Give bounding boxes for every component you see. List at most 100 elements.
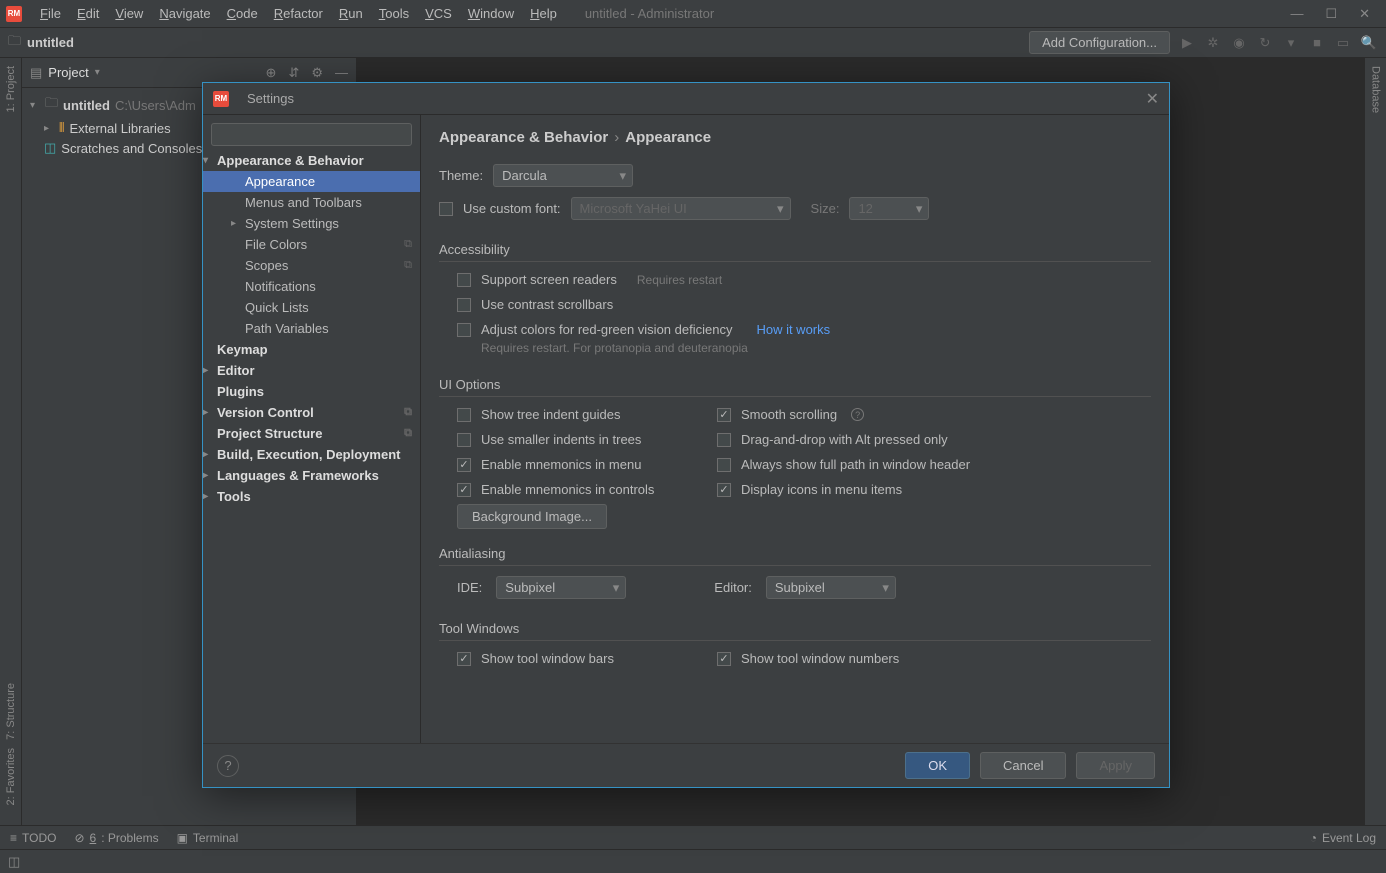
maximize-icon[interactable]: ☐ xyxy=(1325,6,1337,22)
profile-icon[interactable]: ↻ xyxy=(1256,35,1274,51)
settings-category[interactable]: ▾Appearance & Behavior xyxy=(203,150,420,171)
screen-readers-checkbox[interactable] xyxy=(457,273,471,287)
adjust-colors-checkbox[interactable] xyxy=(457,323,471,337)
dialog-close-button[interactable]: ✕ xyxy=(1146,89,1159,109)
chevron-icon: ▸ xyxy=(203,449,217,460)
settings-category[interactable]: ▸Languages & Frameworks xyxy=(203,465,420,486)
coverage-icon[interactable]: ◉ xyxy=(1230,35,1248,51)
settings-category[interactable]: Path Variables xyxy=(203,318,420,339)
favorites-tool-button[interactable]: 2: Favorites xyxy=(5,748,17,805)
todo-tool-button[interactable]: ≡TODO xyxy=(10,831,56,845)
run-icon[interactable]: ▶ xyxy=(1178,35,1196,51)
cancel-button[interactable]: Cancel xyxy=(980,752,1066,779)
gear-icon[interactable]: ⚙ xyxy=(311,65,323,81)
menu-edit[interactable]: Edit xyxy=(69,6,107,21)
settings-category[interactable]: Scopes⧉ xyxy=(203,255,420,276)
menu-view[interactable]: View xyxy=(107,6,151,21)
database-tool-button[interactable]: Database xyxy=(1370,66,1382,113)
add-configuration-button[interactable]: Add Configuration... xyxy=(1029,31,1170,54)
chevron-icon: ▸ xyxy=(203,365,217,376)
custom-font-select[interactable]: Microsoft YaHei UI xyxy=(571,197,791,220)
hide-icon[interactable]: — xyxy=(335,65,348,81)
background-image-button[interactable]: Background Image... xyxy=(457,504,607,529)
project-scope-icon: ⧉ xyxy=(404,406,412,419)
settings-category[interactable]: Menus and Toolbars xyxy=(203,192,420,213)
full-path-checkbox[interactable] xyxy=(717,458,731,472)
how-it-works-link[interactable]: How it works xyxy=(756,322,830,337)
use-custom-font-label[interactable]: Use custom font: xyxy=(463,201,561,216)
settings-category[interactable]: ▸Build, Execution, Deployment xyxy=(203,444,420,465)
settings-category[interactable]: ▸Version Control⧉ xyxy=(203,402,420,423)
expand-all-icon[interactable]: ⇵ xyxy=(288,65,299,81)
settings-category[interactable]: Appearance xyxy=(203,171,420,192)
project-view-icon: ▤ xyxy=(30,65,42,81)
ok-button[interactable]: OK xyxy=(905,752,970,779)
dnd-alt-checkbox[interactable] xyxy=(717,433,731,447)
mnemonics-menu-checkbox[interactable] xyxy=(457,458,471,472)
menu-code[interactable]: Code xyxy=(219,6,266,21)
problems-tool-button[interactable]: ⊘6: Problems xyxy=(74,831,158,845)
editor-aa-select[interactable]: Subpixel xyxy=(766,576,896,599)
theme-select[interactable]: Darcula xyxy=(493,164,633,187)
dialog-title: Settings xyxy=(247,91,294,106)
settings-category[interactable]: Keymap xyxy=(203,339,420,360)
apply-button[interactable]: Apply xyxy=(1076,752,1155,779)
ide-aa-select[interactable]: Subpixel xyxy=(496,576,626,599)
tool-window-toggle-icon[interactable]: ◫ xyxy=(8,854,20,870)
event-log-icon: ◔ xyxy=(1310,831,1317,845)
help-button[interactable]: ? xyxy=(217,755,239,777)
update-running-icon[interactable]: ▭ xyxy=(1334,35,1352,51)
theme-label: Theme: xyxy=(439,168,483,183)
antialiasing-header: Antialiasing xyxy=(439,546,1151,566)
tool-windows-header: Tool Windows xyxy=(439,621,1151,641)
locate-icon[interactable]: ⊕ xyxy=(266,65,277,81)
stop-icon[interactable]: ■ xyxy=(1308,35,1326,50)
minimize-icon[interactable]: — xyxy=(1290,6,1303,22)
project-panel-title[interactable]: Project xyxy=(48,65,88,80)
icons-menu-checkbox[interactable] xyxy=(717,483,731,497)
debug-icon[interactable]: ✲ xyxy=(1204,35,1222,51)
menu-tools[interactable]: Tools xyxy=(371,6,417,21)
tw-numbers-checkbox[interactable] xyxy=(717,652,731,666)
project-tool-button[interactable]: 1: Project xyxy=(5,66,17,112)
bottom-tool-bar: ≡TODO ⊘6: Problems ▣Terminal ◔Event Log xyxy=(0,825,1386,849)
event-log-button[interactable]: ◔Event Log xyxy=(1310,831,1376,845)
settings-category[interactable]: File Colors⧉ xyxy=(203,234,420,255)
menu-vcs[interactable]: VCS xyxy=(417,6,460,21)
tree-indent-checkbox[interactable] xyxy=(457,408,471,422)
use-custom-font-checkbox[interactable] xyxy=(439,202,453,216)
info-icon[interactable]: ? xyxy=(851,408,864,421)
breadcrumb-project[interactable]: untitled xyxy=(27,35,74,50)
menu-window[interactable]: Window xyxy=(460,6,522,21)
menu-navigate[interactable]: Navigate xyxy=(151,6,218,21)
mnemonics-controls-checkbox[interactable] xyxy=(457,483,471,497)
menu-run[interactable]: Run xyxy=(331,6,371,21)
app-icon: RM xyxy=(213,91,229,107)
settings-category[interactable]: ▸System Settings xyxy=(203,213,420,234)
project-scope-icon: ⧉ xyxy=(404,259,412,272)
menu-refactor[interactable]: Refactor xyxy=(266,6,331,21)
structure-tool-button[interactable]: 7: Structure xyxy=(5,683,17,740)
settings-category[interactable]: Quick Lists xyxy=(203,297,420,318)
contrast-scrollbars-checkbox[interactable] xyxy=(457,298,471,312)
settings-category[interactable]: ▸Tools xyxy=(203,486,420,507)
chevron-icon: ▸ xyxy=(231,218,245,229)
settings-category[interactable]: Notifications xyxy=(203,276,420,297)
menu-file[interactable]: File xyxy=(32,6,69,21)
chevron-down-icon[interactable]: ▾ xyxy=(95,67,100,78)
attach-icon[interactable]: ▾ xyxy=(1282,35,1300,51)
close-icon[interactable]: ✕ xyxy=(1359,6,1370,22)
folder-icon: 🗀 xyxy=(45,94,58,116)
settings-category[interactable]: ▸Editor xyxy=(203,360,420,381)
settings-category[interactable]: Project Structure⧉ xyxy=(203,423,420,444)
smaller-indents-checkbox[interactable] xyxy=(457,433,471,447)
settings-category[interactable]: Plugins xyxy=(203,381,420,402)
terminal-tool-button[interactable]: ▣Terminal xyxy=(177,831,239,845)
search-everywhere-icon[interactable]: 🔍 xyxy=(1360,35,1378,51)
settings-search-input[interactable] xyxy=(211,123,412,146)
font-size-select[interactable]: 12 xyxy=(849,197,929,220)
tw-bars-checkbox[interactable] xyxy=(457,652,471,666)
menu-help[interactable]: Help xyxy=(522,6,565,21)
smooth-scrolling-checkbox[interactable] xyxy=(717,408,731,422)
chevron-icon: ▸ xyxy=(203,491,217,502)
